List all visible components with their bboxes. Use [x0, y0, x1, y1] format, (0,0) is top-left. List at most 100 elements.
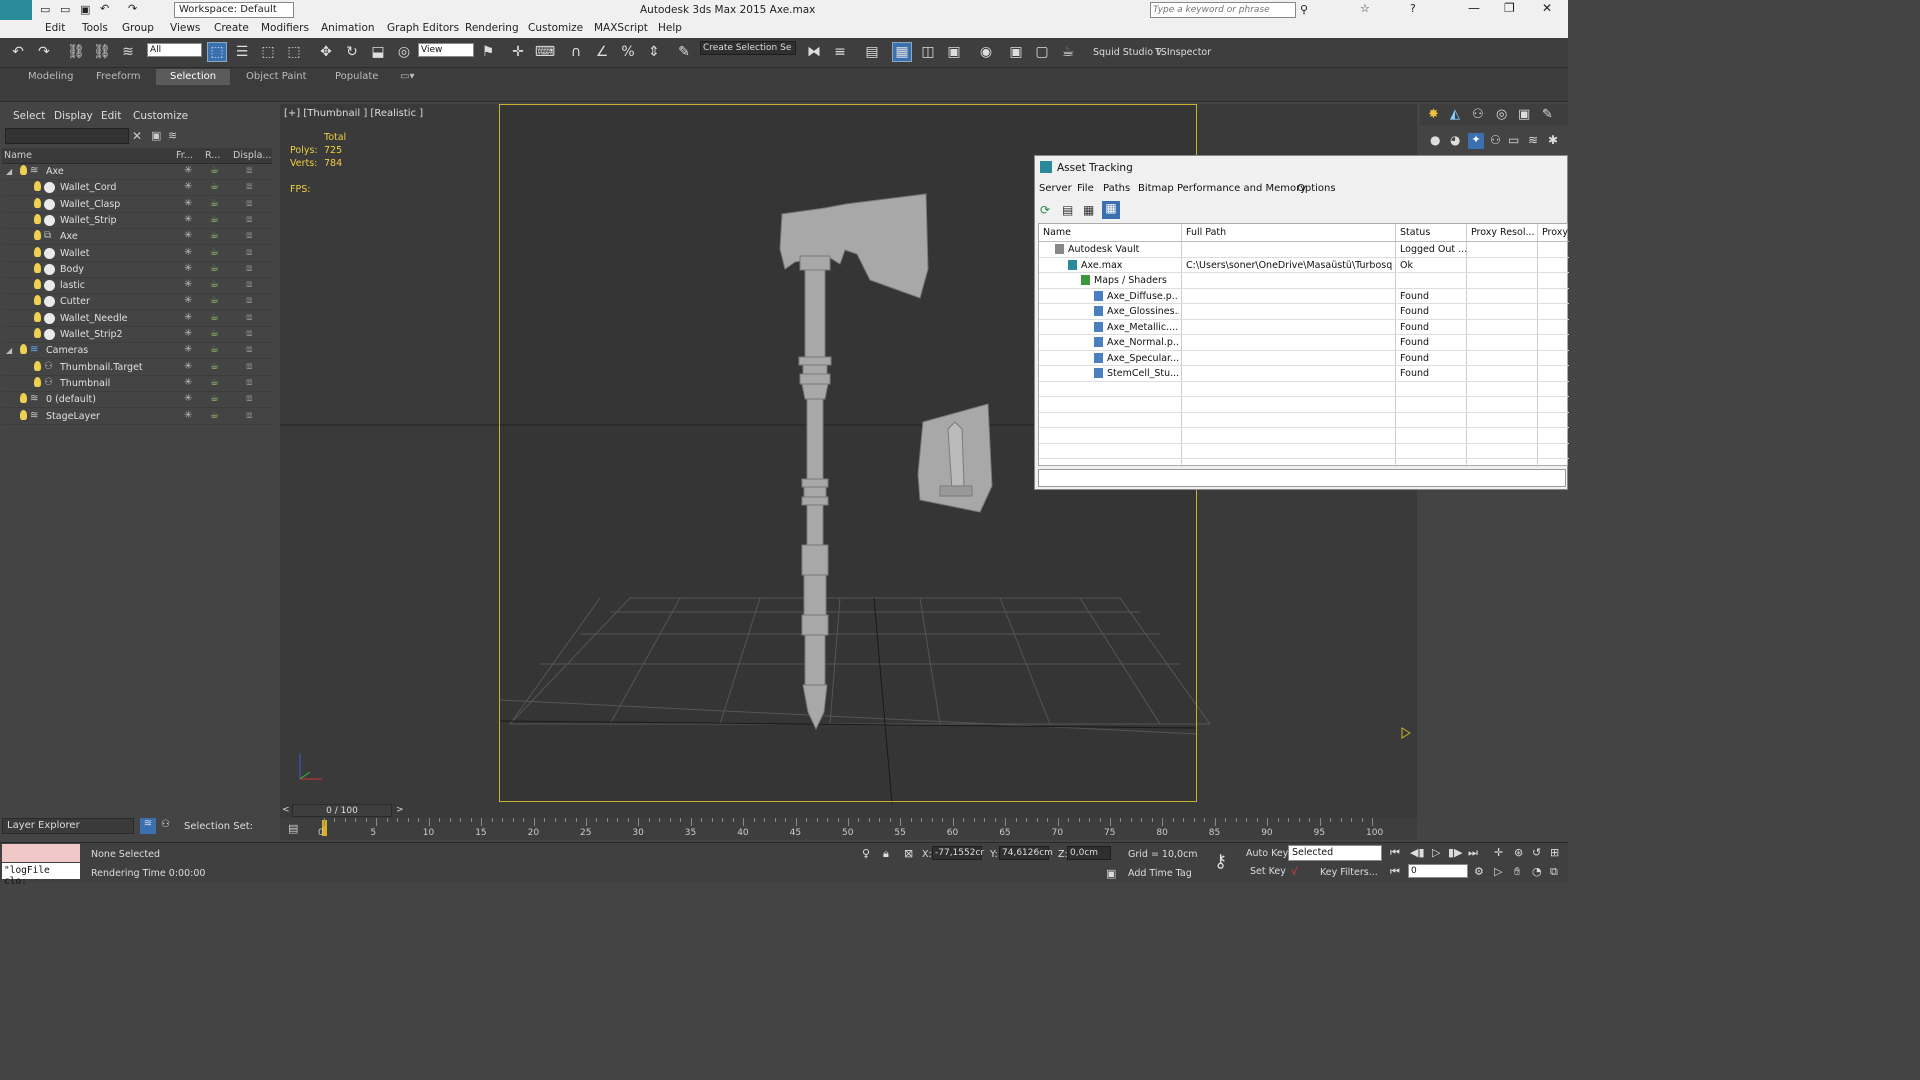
visibility-bulb-icon[interactable]: [20, 393, 27, 404]
menu-views[interactable]: Views: [170, 22, 200, 34]
scene-search-input[interactable]: [5, 128, 129, 144]
menu-animation[interactable]: Animation: [321, 22, 375, 34]
window-crossing-icon[interactable]: ⬚: [284, 42, 304, 62]
zoom-icon[interactable]: ✛: [1494, 846, 1503, 859]
refresh-icon[interactable]: ⟳: [1040, 203, 1050, 217]
display-toggle-icon[interactable]: ⧈: [246, 393, 252, 404]
visibility-bulb-icon[interactable]: [34, 197, 41, 208]
asset-row[interactable]: Maps / Shaders: [1039, 273, 1569, 289]
tab-freeform[interactable]: Freeform: [96, 71, 141, 82]
select-by-name-icon[interactable]: ☰: [232, 42, 252, 62]
lock-icon[interactable]: 🔒︎: [883, 847, 889, 861]
key-mode-toggle-icon[interactable]: ⏮: [1390, 865, 1400, 879]
menu-maxscript[interactable]: MAXScript: [594, 22, 648, 34]
menu-modifiers[interactable]: Modifiers: [261, 22, 309, 34]
col-render[interactable]: R...: [205, 150, 220, 161]
min-max-toggle-icon[interactable]: ⧉: [1550, 865, 1558, 879]
renderable-toggle-icon[interactable]: ☕: [210, 230, 219, 241]
x-coord-field[interactable]: -77,1552cr: [932, 846, 984, 860]
tree-view-icon[interactable]: ▦: [1083, 203, 1094, 217]
z-coord-field[interactable]: 0,0cm: [1067, 846, 1111, 860]
tab-modeling[interactable]: Modeling: [28, 71, 74, 82]
current-frame-field[interactable]: 0: [1408, 864, 1468, 878]
ref-coord-dropdown[interactable]: View: [418, 43, 474, 57]
lights-icon[interactable]: ✦: [1468, 133, 1484, 149]
utilities-tab-icon[interactable]: ✎: [1542, 107, 1553, 122]
expand-arrow-icon[interactable]: ◢: [6, 346, 12, 355]
freeze-toggle-icon[interactable]: ✳: [184, 344, 192, 355]
asset-menu-options[interactable]: Options: [1297, 183, 1336, 194]
renderable-toggle-icon[interactable]: ☕: [210, 198, 219, 209]
freeze-toggle-icon[interactable]: ✳: [184, 377, 192, 388]
next-frame-arrow-icon[interactable]: >: [396, 805, 404, 815]
open-file-icon[interactable]: ▭: [60, 3, 70, 16]
place-icon[interactable]: ◎: [394, 42, 414, 62]
renderable-toggle-icon[interactable]: ☕: [210, 263, 219, 274]
table-view-icon[interactable]: ▦: [1102, 201, 1120, 219]
renderable-toggle-icon[interactable]: ☕: [210, 247, 219, 258]
auto-key-button[interactable]: Auto Key: [1246, 848, 1288, 859]
move-icon[interactable]: ✥: [316, 42, 336, 62]
col-name[interactable]: Name: [4, 150, 32, 161]
isolate-icon[interactable]: ♀: [862, 847, 870, 860]
freeze-toggle-icon[interactable]: ✳: [184, 230, 192, 241]
close-icon[interactable]: ✕: [1542, 1, 1552, 15]
scene-row[interactable]: ≋ 0 (default) ✳ ☕ ⧈: [2, 392, 272, 409]
visibility-bulb-icon[interactable]: [34, 230, 41, 241]
create-tab-icon[interactable]: ✸: [1428, 107, 1439, 122]
renderable-toggle-icon[interactable]: ☕: [210, 165, 219, 176]
time-config-icon[interactable]: ⚙: [1474, 865, 1484, 878]
asset-row[interactable]: Axe_Specular.... Found: [1039, 351, 1569, 366]
maxscript-listener-pink[interactable]: [2, 844, 80, 862]
visibility-bulb-icon[interactable]: [34, 246, 41, 257]
asset-col-path[interactable]: Full Path: [1186, 227, 1226, 238]
track-bar[interactable]: ▤ 0 5 10 15 20 25 30 35 40 45 50 55 60 65 70 75 80 85 90 95…: [280, 818, 1417, 840]
freeze-toggle-icon[interactable]: ✳: [184, 328, 192, 339]
freeze-toggle-icon[interactable]: ✳: [184, 181, 192, 192]
asset-row[interactable]: Axe_Normal.p... Found: [1039, 335, 1569, 351]
asset-menu-file[interactable]: File: [1077, 183, 1094, 194]
pan-icon[interactable]: ✋︎: [1514, 865, 1520, 879]
new-layer-icon[interactable]: ▣: [151, 129, 161, 142]
layer-manager-icon[interactable]: ▤: [862, 42, 882, 62]
absolute-mode-icon[interactable]: ⊠: [904, 847, 913, 860]
freeze-toggle-icon[interactable]: ✳: [184, 214, 192, 225]
undo-icon[interactable]: ↶: [8, 42, 28, 62]
visibility-bulb-icon[interactable]: [34, 295, 41, 306]
freeze-toggle-icon[interactable]: ✳: [184, 410, 192, 421]
hierarchy-view-icon[interactable]: ⚇: [161, 819, 170, 830]
display-toggle-icon[interactable]: ⧈: [246, 410, 252, 421]
redo-icon[interactable]: ↷: [128, 2, 137, 15]
save-file-icon[interactable]: ▣: [80, 3, 90, 16]
asset-row[interactable]: Axe_Glossines... Found: [1039, 304, 1569, 320]
key-mode-dropdown[interactable]: Selected: [1288, 845, 1382, 861]
motion-tab-icon[interactable]: ◎: [1496, 107, 1507, 122]
visibility-bulb-icon[interactable]: [34, 360, 41, 371]
renderable-toggle-icon[interactable]: ☕: [210, 393, 219, 404]
field-of-view-icon[interactable]: ▷: [1494, 865, 1502, 878]
pivot-icon[interactable]: ⚑: [478, 42, 498, 62]
edit-named-selection-icon[interactable]: ✎: [674, 42, 694, 62]
visibility-bulb-icon[interactable]: [20, 344, 27, 355]
undo-icon[interactable]: ↶: [100, 2, 109, 15]
asset-col-proxy[interactable]: Proxy: [1542, 227, 1568, 238]
systems-icon[interactable]: ✱: [1548, 133, 1558, 147]
modify-tab-icon[interactable]: ◭: [1450, 107, 1460, 122]
search-input[interactable]: [1150, 2, 1296, 18]
keyboard-shortcut-icon[interactable]: ⌨: [535, 42, 555, 62]
scene-row[interactable]: Wallet_Needle ✳ ☕ ⧈: [2, 311, 272, 327]
y-coord-field[interactable]: 74,6126cm: [999, 846, 1053, 860]
link-icon[interactable]: ⛓: [66, 42, 86, 62]
arc-rotate-icon[interactable]: ↺: [1532, 846, 1541, 859]
prev-frame-arrow-icon[interactable]: <: [282, 805, 290, 815]
display-toggle-icon[interactable]: ⧈: [246, 165, 252, 176]
visibility-bulb-icon[interactable]: [34, 328, 41, 338]
visibility-bulb-icon[interactable]: [34, 181, 41, 192]
renderable-toggle-icon[interactable]: ☕: [210, 214, 219, 225]
helpers-icon[interactable]: ▭: [1508, 133, 1519, 147]
scene-row[interactable]: Wallet_Cord ✳ ☕ ⧈: [2, 180, 272, 197]
display-toggle-icon[interactable]: ⧈: [246, 377, 252, 388]
freeze-toggle-icon[interactable]: ✳: [184, 393, 192, 404]
display-toggle-icon[interactable]: ⧈: [246, 247, 252, 258]
display-toggle-icon[interactable]: ⧈: [246, 279, 252, 290]
